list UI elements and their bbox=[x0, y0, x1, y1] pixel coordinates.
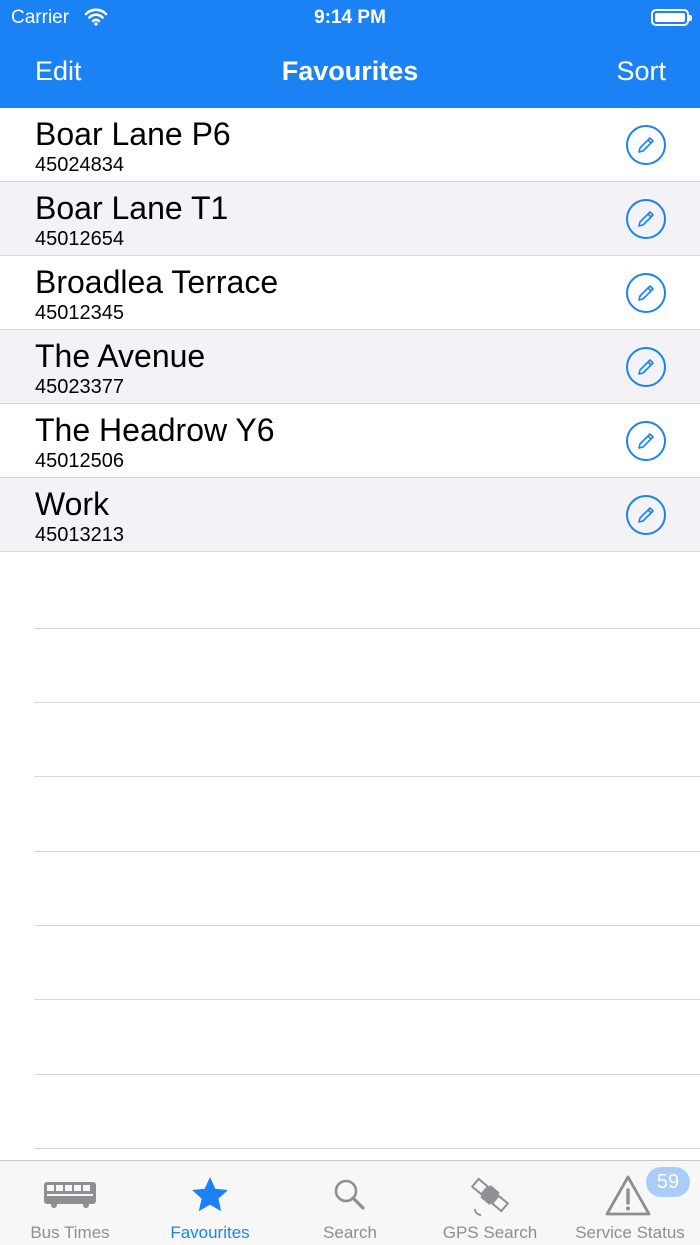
list-item[interactable]: Boar Lane T1 45012654 bbox=[0, 182, 700, 256]
stop-name: The Avenue bbox=[35, 338, 206, 374]
list-item[interactable]: The Headrow Y6 45012506 bbox=[0, 404, 700, 478]
sort-button[interactable]: Sort bbox=[616, 56, 666, 87]
tab-label: GPS Search bbox=[442, 1223, 538, 1242]
edit-favourite-button[interactable] bbox=[626, 495, 666, 535]
tab-bar: Bus Times Favourites Search GPS Search S… bbox=[0, 1160, 700, 1245]
stop-name: The Headrow Y6 bbox=[35, 412, 275, 448]
stop-name: Boar Lane T1 bbox=[35, 190, 229, 226]
pencil-icon bbox=[638, 507, 654, 523]
bus-icon bbox=[0, 1173, 140, 1217]
tab-gps-search[interactable]: GPS Search bbox=[420, 1161, 560, 1245]
edit-favourite-button[interactable] bbox=[626, 421, 666, 461]
edit-favourite-button[interactable] bbox=[626, 199, 666, 239]
list-item[interactable]: The Avenue 45023377 bbox=[0, 330, 700, 404]
stop-name: Broadlea Terrace bbox=[35, 264, 279, 300]
magnifier-icon bbox=[280, 1173, 420, 1217]
pencil-icon bbox=[638, 211, 654, 227]
empty-row-divider bbox=[34, 851, 700, 852]
stop-code: 45012345 bbox=[35, 302, 124, 324]
pencil-icon bbox=[638, 285, 654, 301]
empty-row-divider bbox=[34, 702, 700, 703]
empty-row-divider bbox=[34, 1074, 700, 1075]
edit-favourite-button[interactable] bbox=[626, 273, 666, 313]
edit-button[interactable]: Edit bbox=[35, 56, 82, 87]
tab-label: Favourites bbox=[170, 1223, 250, 1242]
empty-row-divider bbox=[34, 999, 700, 1000]
stop-code: 45013213 bbox=[35, 524, 124, 546]
stop-code: 45024834 bbox=[35, 154, 124, 176]
empty-row-divider bbox=[34, 628, 700, 629]
empty-row-divider bbox=[34, 925, 700, 926]
stop-code: 45012506 bbox=[35, 450, 124, 472]
favourites-list: Boar Lane P6 45024834 Boar Lane T1 45012… bbox=[0, 108, 700, 552]
list-item[interactable]: Broadlea Terrace 45012345 bbox=[0, 256, 700, 330]
edit-favourite-button[interactable] bbox=[626, 125, 666, 165]
tab-search[interactable]: Search bbox=[280, 1161, 420, 1245]
tab-label: Search bbox=[323, 1223, 377, 1242]
service-status-badge: 59 bbox=[646, 1167, 690, 1197]
empty-row-divider bbox=[34, 1148, 700, 1149]
empty-row-divider bbox=[34, 776, 700, 777]
tab-favourites[interactable]: Favourites bbox=[140, 1161, 280, 1245]
stop-code: 45023377 bbox=[35, 376, 124, 398]
star-icon bbox=[140, 1173, 280, 1217]
list-item[interactable]: Work 45013213 bbox=[0, 478, 700, 552]
tab-label: Service Status bbox=[575, 1223, 685, 1242]
satellite-icon bbox=[420, 1173, 560, 1217]
stop-name: Work bbox=[35, 486, 110, 522]
tab-label: Bus Times bbox=[30, 1223, 110, 1242]
clock: 9:14 PM bbox=[314, 7, 386, 28]
stop-name: Boar Lane P6 bbox=[35, 116, 231, 152]
tab-bus-times[interactable]: Bus Times bbox=[0, 1161, 140, 1245]
pencil-icon bbox=[638, 137, 654, 153]
stop-code: 45012654 bbox=[35, 228, 124, 250]
navigation-bar: Edit Favourites Sort bbox=[0, 44, 700, 100]
pencil-icon bbox=[638, 433, 654, 449]
status-bar: Carrier 9:14 PM bbox=[0, 0, 700, 36]
page-title: Favourites bbox=[281, 56, 419, 86]
list-item[interactable]: Boar Lane P6 45024834 bbox=[0, 108, 700, 182]
edit-favourite-button[interactable] bbox=[626, 347, 666, 387]
header: Carrier 9:14 PM Edit Favourites Sort bbox=[0, 0, 700, 108]
battery-icon bbox=[651, 9, 692, 26]
pencil-icon bbox=[638, 359, 654, 375]
